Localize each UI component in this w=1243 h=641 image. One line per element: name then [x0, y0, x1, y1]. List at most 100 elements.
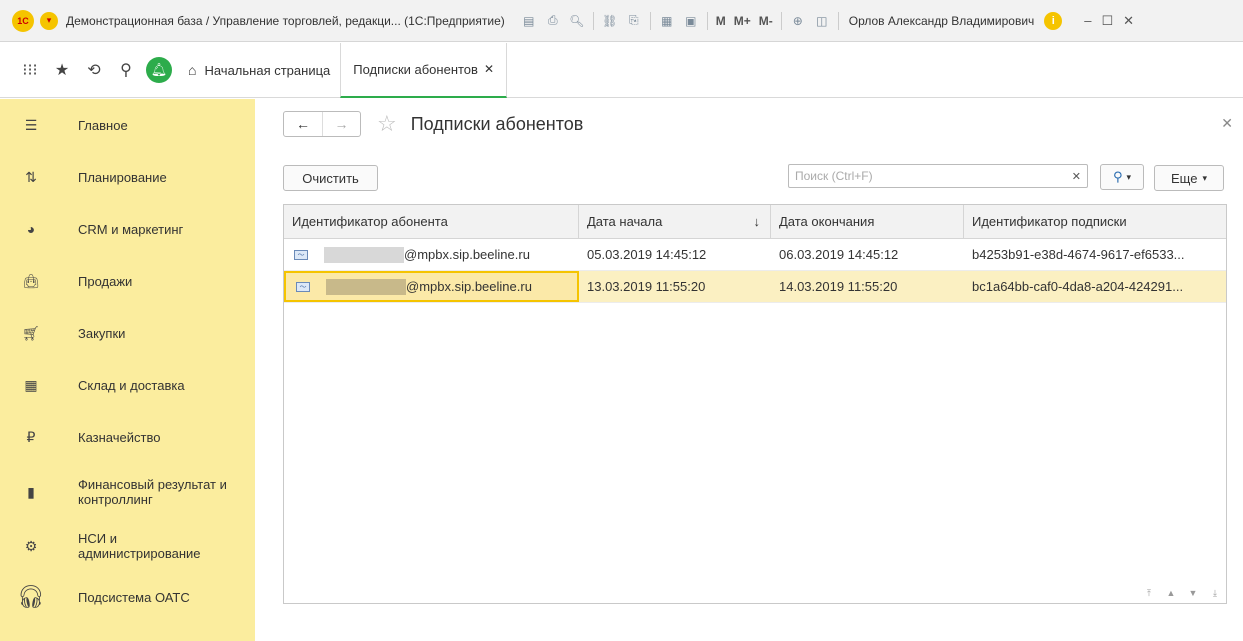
chevron-down-icon: ▾	[1126, 171, 1132, 182]
app-logo-icon[interactable]: 1С	[12, 9, 34, 32]
cell-subscription-id[interactable]: b4253b91-e38d-4674-9617-ef6533...	[964, 239, 1226, 270]
tab-subscriptions-label: Подписки абонентов	[353, 61, 478, 77]
search-button[interactable]: ⚲ ▾	[1100, 164, 1144, 190]
bar-chart-icon: ▮	[27, 483, 35, 500]
title-bar: 1С ▾ Демонстрационная база / Управление …	[0, 0, 1243, 42]
favorite-star-icon[interactable]: ☆	[377, 111, 397, 137]
cell-subscriber[interactable]: 〜 @mpbx.sip.beeline.ru	[284, 239, 579, 270]
minimize-button[interactable]: –	[1084, 13, 1091, 28]
magnifier-icon: ⚲	[1112, 169, 1123, 184]
warehouse-icon: ▦	[24, 376, 38, 393]
memory-plus-button[interactable]: M+	[734, 14, 751, 28]
table-row[interactable]: 〜 @mpbx.sip.beeline.ru 05.03.2019 14:45:…	[284, 239, 1226, 271]
tab-subscriptions[interactable]: Подписки абонентов ✕	[340, 42, 508, 98]
tab-home[interactable]: ⌂ Начальная страница	[188, 43, 340, 98]
info-icon[interactable]: i	[1044, 11, 1063, 30]
back-arrow-icon[interactable]: ←	[284, 112, 322, 136]
search-icon[interactable]: ⚲	[110, 54, 142, 86]
history-icon[interactable]: ⟲	[78, 54, 110, 86]
cell-subscriber[interactable]: 〜 @mpbx.sip.beeline.ru	[284, 271, 579, 302]
sidebar-item-label: Финансовый результат и контроллинг	[78, 477, 227, 507]
cell-start-date[interactable]: 05.03.2019 14:45:12	[579, 239, 771, 270]
table-header: Идентификатор абонента Дата начала ↓ Дат…	[284, 205, 1226, 239]
window-title: Демонстрационная база / Управление торго…	[66, 13, 505, 28]
column-header-subscription-id[interactable]: Идентификатор подписки	[964, 205, 1226, 238]
sidebar-item-label: Главное	[78, 117, 128, 133]
more-button-label: Еще	[1171, 170, 1198, 186]
zoom-icon[interactable]: ⊕	[789, 12, 807, 30]
cell-end-date[interactable]: 14.03.2019 11:55:20	[771, 271, 964, 302]
clear-button[interactable]: Очистить	[283, 165, 378, 191]
preview-icon[interactable]: 🔍︎	[568, 12, 586, 30]
sidebar-item-admin[interactable]: ⚙ НСИ и администрирование	[0, 521, 255, 571]
column-label: Идентификатор абонента	[292, 214, 448, 229]
redacted-block	[326, 278, 406, 295]
column-label: Дата начала	[587, 214, 663, 229]
link-icon[interactable]: ⛓	[601, 12, 619, 30]
chevron-down-icon: ▾	[1202, 172, 1207, 183]
search-input[interactable]: Поиск (Ctrl+F) ✕	[788, 164, 1088, 188]
page-title: Подписки абонентов	[410, 113, 584, 134]
memory-minus-button[interactable]: M-	[759, 14, 773, 28]
calendar-icon[interactable]: ▣	[682, 12, 700, 30]
cart-icon: 🛒︎	[22, 324, 40, 341]
sidebar-item-label: Продажи	[78, 273, 133, 289]
close-window-button[interactable]: ✕	[1123, 13, 1134, 29]
sidebar-item-planning[interactable]: ⇅ Планирование	[0, 151, 255, 203]
favorites-star-icon[interactable]: ★	[46, 54, 78, 86]
gear-icon: ⚙	[24, 537, 38, 554]
scroll-bottom-icon[interactable]: ⤓	[1206, 585, 1224, 601]
sidebar-item-treasury[interactable]: ₽ Казначейство	[0, 411, 255, 463]
subscriber-text: @mpbx.sip.beeline.ru	[404, 247, 530, 262]
sidebar-item-finance[interactable]: ▮ Финансовый результат и контроллинг	[0, 463, 255, 521]
column-header-subscriber[interactable]: Идентификатор абонента	[284, 205, 579, 238]
pie-chart-icon: ◕	[26, 221, 36, 237]
table-row[interactable]: 〜 @mpbx.sip.beeline.ru 13.03.2019 11:55:…	[284, 271, 1226, 303]
main-menu-icon[interactable]: ▾	[40, 11, 58, 30]
sidebar-item-label: Планирование	[78, 169, 167, 185]
calculator-icon[interactable]: ▦	[658, 12, 676, 30]
sidebar-item-main[interactable]: ☰ Главное	[0, 99, 255, 151]
clear-search-icon[interactable]: ✕	[1072, 170, 1081, 183]
scroll-down-icon[interactable]: ▼	[1184, 585, 1202, 601]
subscriber-text: @mpbx.sip.beeline.ru	[406, 279, 532, 294]
redacted-block	[324, 246, 404, 263]
memory-m-button[interactable]: M	[716, 14, 726, 28]
scroll-up-icon[interactable]: ▲	[1162, 585, 1180, 601]
table-scroll-controls: ⤒ ▲ ▼ ⤓	[1140, 585, 1224, 601]
cell-end-date[interactable]: 06.03.2019 14:45:12	[771, 239, 964, 270]
menu-lines-icon: ☰	[24, 116, 38, 133]
nav-buttons: ← →	[283, 111, 361, 137]
copy-icon[interactable]: ⎘	[625, 12, 643, 30]
sidebar-item-oats[interactable]: 🎧︎ Подсистема ОАТС	[0, 571, 255, 623]
notifications-bell-icon[interactable]: 🔔︎	[146, 57, 172, 83]
more-button[interactable]: Еще ▾	[1154, 165, 1224, 191]
panel-icon[interactable]: ◫	[813, 12, 831, 30]
cell-subscription-id[interactable]: bc1a64bb-caf0-4da8-a204-424291...	[964, 271, 1226, 302]
maximize-button[interactable]: ☐	[1102, 13, 1114, 29]
column-header-end-date[interactable]: Дата окончания	[771, 205, 964, 238]
column-header-start-date[interactable]: Дата начала ↓	[579, 205, 771, 238]
forward-arrow-icon[interactable]: →	[322, 112, 360, 136]
subscription-icon: 〜	[294, 249, 308, 260]
apps-grid-icon[interactable]: ⁝⁝⁝	[14, 54, 46, 86]
column-label: Дата окончания	[779, 214, 875, 229]
sidebar-item-warehouse[interactable]: ▦ Склад и доставка	[0, 359, 255, 411]
home-icon: ⌂	[188, 62, 197, 78]
sidebar-item-sales[interactable]: 👜︎ Продажи	[0, 255, 255, 307]
close-tab-icon[interactable]: ✕	[484, 62, 494, 76]
shopping-bag-icon: 👜︎	[22, 272, 40, 289]
cell-start-date[interactable]: 13.03.2019 11:55:20	[579, 271, 771, 302]
sidebar-item-label: Закупки	[78, 325, 126, 341]
save-icon[interactable]: ▤	[520, 12, 538, 30]
user-name[interactable]: Орлов Александр Владимирович	[849, 14, 1035, 28]
sidebar-item-label: НСИ и администрирование	[78, 531, 201, 561]
sidebar-item-label: Подсистема ОАТС	[78, 589, 190, 605]
sidebar-item-crm[interactable]: ◕ CRM и маркетинг	[0, 203, 255, 255]
scroll-top-icon[interactable]: ⤒	[1140, 585, 1158, 601]
sort-down-icon: ↓	[753, 214, 761, 229]
sidebar-item-label: CRM и маркетинг	[78, 221, 184, 237]
print-icon[interactable]: ⎙	[544, 12, 562, 30]
sidebar-item-purchases[interactable]: 🛒︎ Закупки	[0, 307, 255, 359]
close-form-icon[interactable]: ✕	[1221, 115, 1233, 132]
